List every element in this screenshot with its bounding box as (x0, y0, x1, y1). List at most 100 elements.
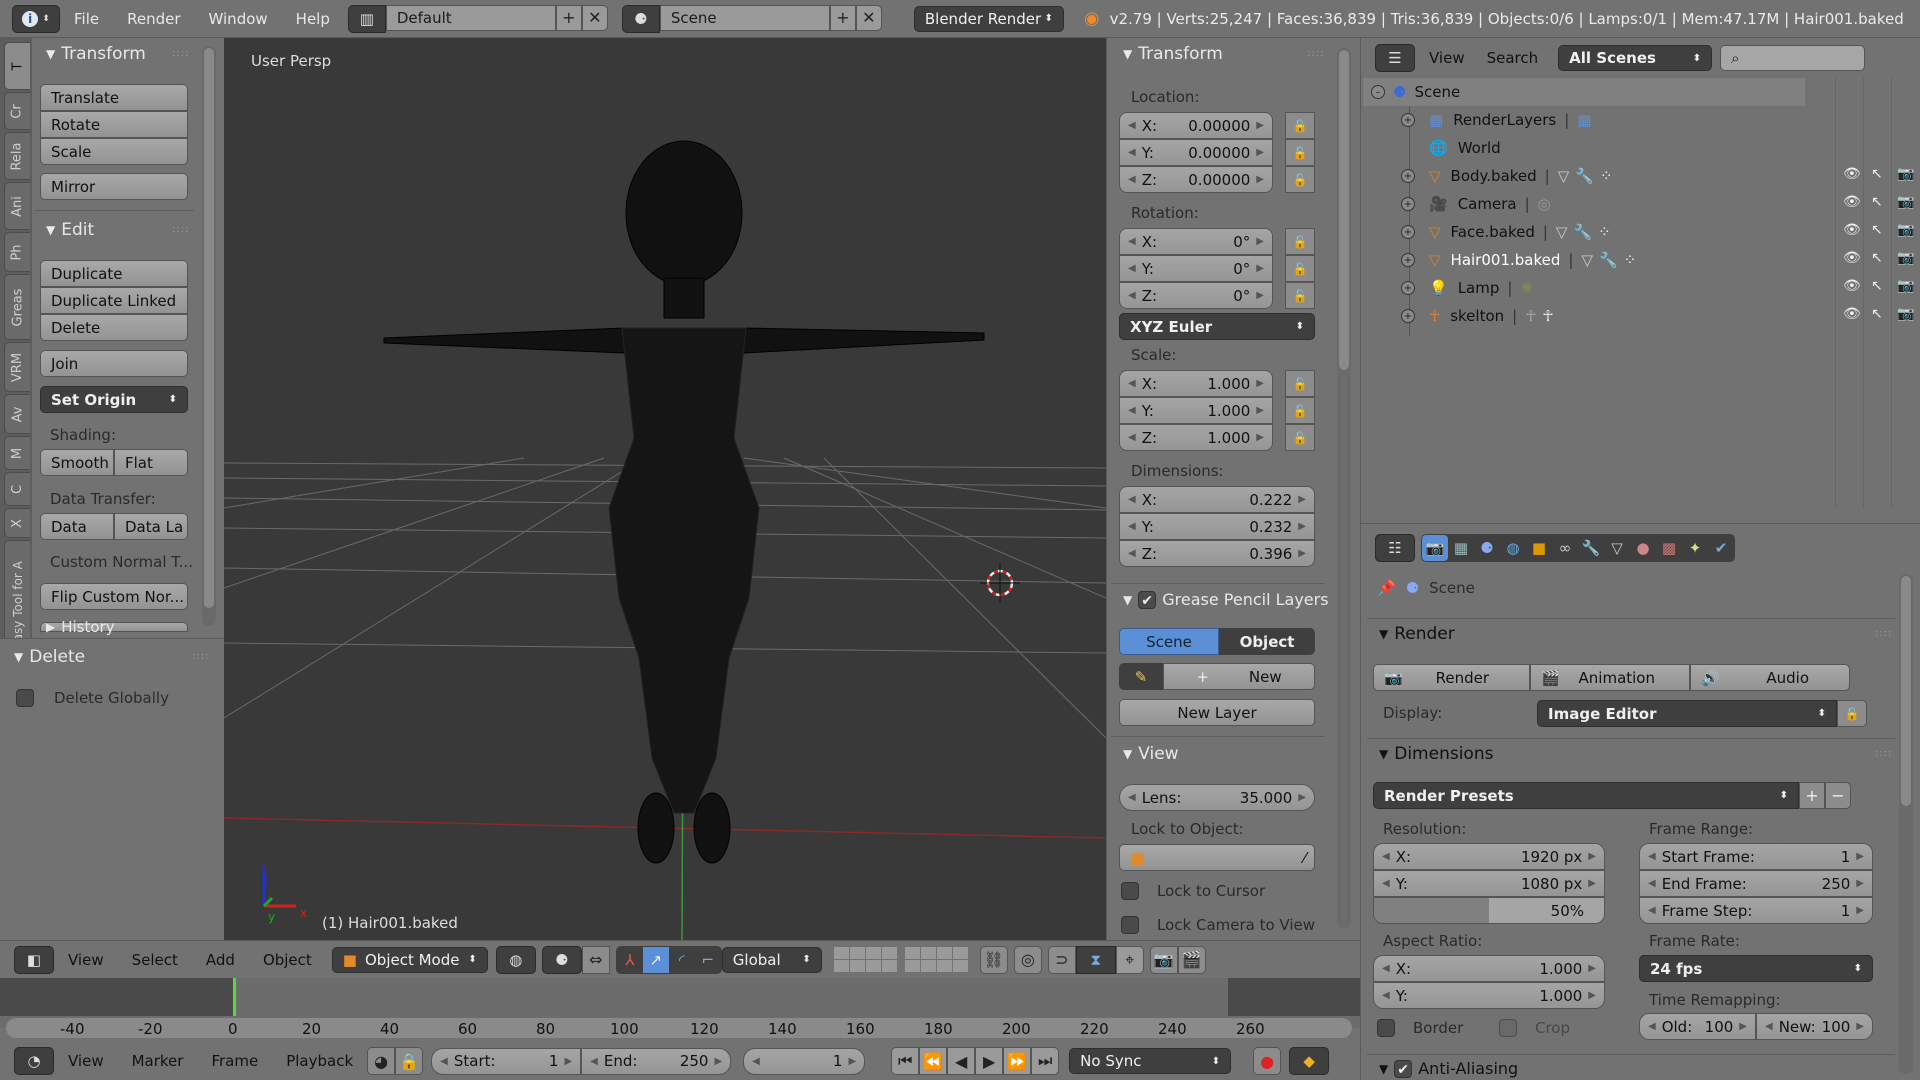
add-screen-button[interactable]: + (555, 4, 582, 31)
lock-icon[interactable]: 🔓 (1285, 228, 1315, 255)
location-x-field[interactable]: ◀ X: 0.00000 ▶ (1119, 112, 1273, 139)
auto-keying-record-icon[interactable]: ● (1253, 1047, 1282, 1075)
drag-grip-icon[interactable]: :::: (1875, 628, 1892, 639)
outliner-item-active[interactable]: + ▽ Hair001.baked | ▽ 🔧 ⁘ (1401, 246, 1871, 274)
render-still-icon[interactable]: 📷 (1149, 945, 1178, 974)
expand-icon[interactable]: + (1401, 197, 1415, 211)
render-presets-dropdown[interactable]: Render Presets ⬍ (1373, 782, 1799, 809)
anti-aliasing-checkbox[interactable] (1394, 1059, 1413, 1078)
tab-x[interactable]: X (4, 508, 30, 538)
cursor-select-icon[interactable]: ↖ (1871, 278, 1883, 294)
mirror-button[interactable]: Mirror (40, 173, 188, 200)
tab-create[interactable]: Cr (4, 92, 30, 130)
delete-globally-checkbox[interactable]: Delete Globally (16, 689, 169, 707)
jump-next-keyframe-icon[interactable]: ⏩ (1003, 1047, 1032, 1075)
rotation-z-field[interactable]: ◀ Z: 0° ▶ (1119, 282, 1273, 309)
location-y-field[interactable]: ◀ Y: 0.00000 ▶ (1119, 139, 1273, 166)
tab-m[interactable]: M (4, 436, 30, 470)
translate-button[interactable]: Translate (40, 84, 188, 111)
jump-start-icon[interactable]: ⏮ (891, 1047, 920, 1075)
render-layers-context-icon[interactable]: ▦ (1448, 535, 1474, 561)
outliner-menu-view[interactable]: View (1429, 49, 1465, 67)
view3d-menu-add[interactable]: Add (206, 951, 235, 969)
manipulator-toggle[interactable]: ⇔ (581, 945, 610, 974)
time-remap-old-field[interactable]: ◀ Old: 100 ▶ (1639, 1013, 1756, 1040)
lock-to-cursor-checkbox[interactable]: Lock to Cursor (1121, 882, 1265, 900)
tab-animation[interactable]: Ani (4, 182, 30, 230)
animation-button[interactable]: 🎬 Animation (1530, 664, 1690, 691)
render-camera-icon[interactable]: 📷 (1897, 166, 1914, 182)
scale-manipulator-icon[interactable]: ⌐ (695, 947, 721, 973)
expand-icon[interactable]: + (1401, 281, 1415, 295)
border-checkbox[interactable]: Border (1377, 1019, 1463, 1037)
scene-icon[interactable]: ⚈ (621, 4, 660, 33)
editor-type-3d-button[interactable]: ◧ (14, 945, 54, 974)
outliner-item[interactable]: + 🎥 Camera | ◎ (1401, 190, 1871, 218)
tab-tools[interactable]: T (4, 42, 30, 90)
render-panel-header[interactable]: ▼ Render (1379, 624, 1455, 644)
lock-time-icon[interactable]: 🔒 (395, 1047, 424, 1075)
tab-relations[interactable]: Rela (4, 132, 30, 180)
gp-object-toggle[interactable]: Object (1219, 628, 1315, 655)
collapse-icon[interactable]: – (1371, 85, 1385, 99)
physics-context-icon[interactable]: ✔ (1708, 535, 1734, 561)
3d-cursor-icon[interactable] (980, 563, 1020, 603)
drag-grip-icon[interactable]: :::: (1875, 748, 1892, 759)
editor-type-timeline-button[interactable]: ◔ (14, 1047, 54, 1075)
frame-step-field[interactable]: ◀ Frame Step: 1 ▶ (1639, 897, 1873, 924)
time-remap-new-field[interactable]: ◀ New: 100 ▶ (1756, 1013, 1873, 1040)
crop-checkbox[interactable]: Crop (1499, 1019, 1570, 1037)
toolshelf-scrollbar[interactable] (202, 46, 216, 626)
constraints-context-icon[interactable]: ∞ (1552, 535, 1578, 561)
outliner-menu-search[interactable]: Search (1487, 49, 1539, 67)
outliner-item[interactable]: + 💡 Lamp | ✺ (1401, 274, 1871, 302)
render-engine-dropdown[interactable]: Blender Render ⬍ (913, 5, 1064, 32)
transform-orientation-dropdown[interactable]: Global ⬍ (721, 946, 822, 973)
view3d-menu-select[interactable]: Select (132, 951, 178, 969)
outliner-item[interactable]: + ▦ RenderLayers | ▦ (1401, 106, 1871, 134)
timeline-menu-playback[interactable]: Playback (286, 1052, 353, 1070)
drag-grip-icon[interactable]: :::: (172, 48, 189, 59)
lock-icon[interactable]: 🔓 (1285, 370, 1315, 397)
menu-file[interactable]: File (74, 10, 99, 28)
snap-magnet-icon[interactable]: ⊃ (1047, 945, 1076, 974)
expand-icon[interactable]: + (1401, 253, 1415, 267)
lock-layers-icon[interactable]: ⛓ (979, 945, 1008, 974)
flip-custom-normals-button[interactable]: Flip Custom Nor... (40, 583, 188, 610)
transform-panel-header[interactable]: ▼ Transform (1123, 44, 1223, 64)
3d-viewport[interactable]: User Persp z y x (1) Hair001.baked (224, 38, 1106, 940)
pencil-icon[interactable]: ✎ (1119, 663, 1163, 690)
render-camera-icon[interactable]: 📷 (1897, 194, 1914, 210)
scale-button[interactable]: Scale (40, 138, 188, 165)
lock-camera-checkbox[interactable]: Lock Camera to View (1121, 916, 1315, 934)
pivot-point-dropdown[interactable]: ⚈ (541, 945, 582, 974)
texture-context-icon[interactable]: ▩ (1656, 535, 1682, 561)
pin-icon[interactable]: 📌 (1377, 579, 1396, 597)
delete-scene-button[interactable]: ✕ (855, 4, 882, 31)
duplicate-linked-button[interactable]: Duplicate Linked (40, 287, 188, 314)
render-context-icon[interactable]: 📷 (1422, 535, 1448, 561)
grease-pencil-header[interactable]: ▼Grease Pencil Layers (1123, 590, 1329, 609)
modifiers-context-icon[interactable]: 🔧 (1578, 535, 1604, 561)
aspect-x-field[interactable]: ◀ X: 1.000 ▶ (1373, 955, 1605, 982)
start-frame-field[interactable]: ◀ Start Frame: 1 ▶ (1639, 843, 1873, 870)
particles-context-icon[interactable]: ✦ (1682, 535, 1708, 561)
rotate-manipulator-icon[interactable]: ◜ (669, 947, 695, 973)
data-layout-button[interactable]: Data La (114, 513, 188, 540)
delete-operator-header[interactable]: ▼ Delete (14, 647, 85, 667)
play-icon[interactable]: ▶ (975, 1047, 1004, 1075)
scale-y-field[interactable]: ◀ Y: 1.000 ▶ (1119, 397, 1273, 424)
playhead[interactable] (233, 978, 236, 1016)
gp-scene-toggle[interactable]: Scene (1119, 628, 1219, 655)
resolution-percentage-slider[interactable]: 50% (1373, 897, 1605, 924)
lock-icon[interactable]: 🔓 (1285, 282, 1315, 309)
custom-normal-button[interactable]: Custom Normal T... (50, 553, 193, 571)
outliner-item[interactable]: + ▽ Face.baked | ▽ 🔧 ⁘ (1401, 218, 1871, 246)
gp-new-button[interactable]: + New (1163, 663, 1315, 690)
menu-window[interactable]: Window (209, 10, 268, 28)
display-dropdown[interactable]: Image Editor ⬍ (1537, 700, 1837, 727)
render-animation-icon[interactable]: 🎬 (1177, 945, 1206, 974)
end-frame-field[interactable]: ◀ End Frame: 250 ▶ (1639, 870, 1873, 897)
set-origin-dropdown[interactable]: Set Origin ⬍ (40, 386, 188, 413)
timeline-menu-marker[interactable]: Marker (132, 1052, 184, 1070)
